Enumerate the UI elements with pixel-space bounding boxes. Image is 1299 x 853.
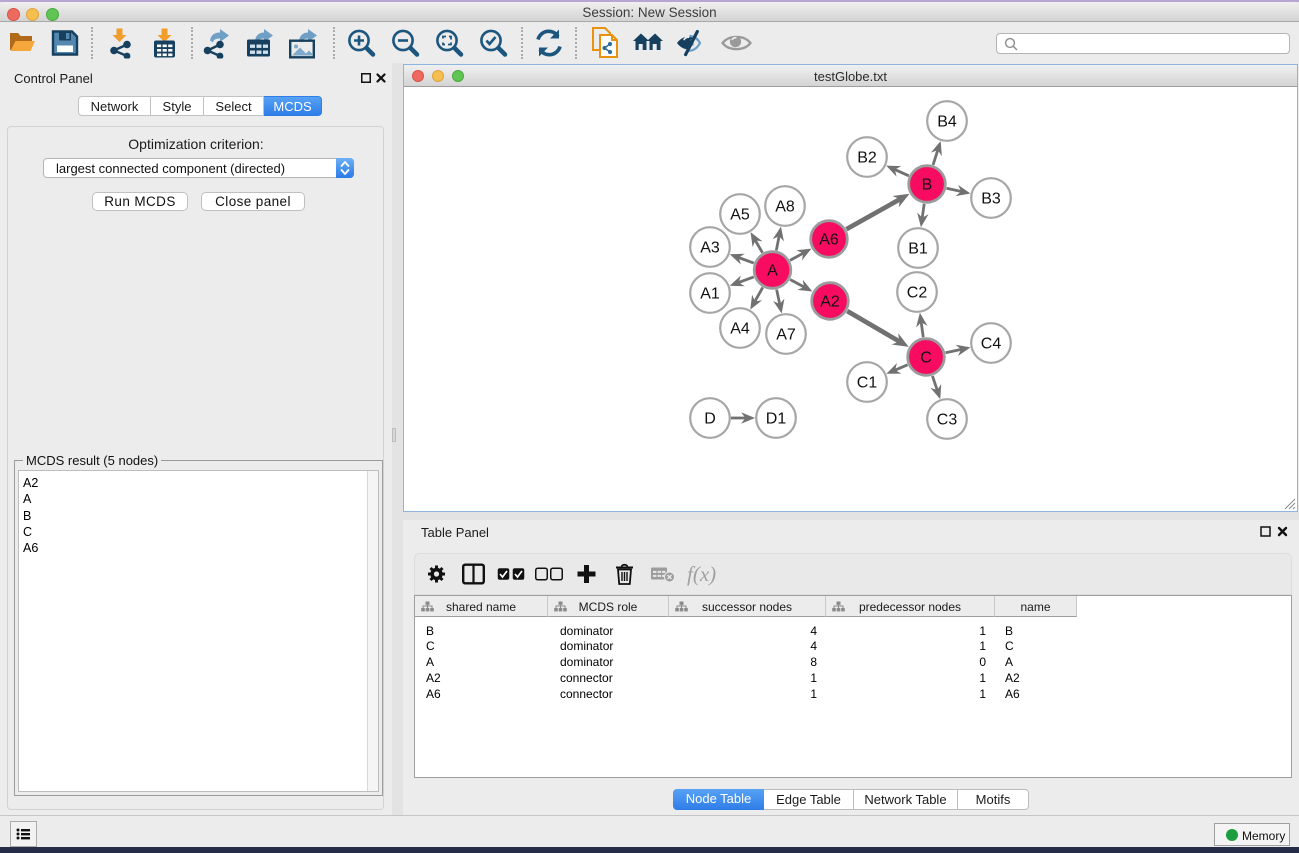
svg-text:C: C — [920, 350, 932, 367]
svg-text:D1: D1 — [766, 411, 787, 428]
svg-text:A: A — [767, 263, 778, 280]
svg-text:A5: A5 — [730, 207, 750, 224]
svg-text:A6: A6 — [819, 232, 839, 249]
svg-text:A2: A2 — [820, 294, 840, 311]
svg-text:A4: A4 — [730, 321, 750, 338]
svg-text:A7: A7 — [776, 327, 796, 344]
svg-text:D: D — [704, 411, 716, 428]
svg-text:C3: C3 — [937, 412, 958, 429]
svg-text:A1: A1 — [700, 286, 720, 303]
svg-text:B3: B3 — [981, 191, 1001, 208]
svg-text:A3: A3 — [700, 240, 720, 257]
svg-text:C4: C4 — [981, 336, 1002, 353]
svg-text:C1: C1 — [857, 375, 878, 392]
svg-text:B1: B1 — [908, 241, 928, 258]
svg-text:C2: C2 — [907, 285, 928, 302]
svg-text:A8: A8 — [775, 199, 795, 216]
svg-text:B2: B2 — [857, 150, 877, 167]
svg-text:B: B — [922, 177, 933, 194]
svg-text:B4: B4 — [937, 114, 957, 131]
